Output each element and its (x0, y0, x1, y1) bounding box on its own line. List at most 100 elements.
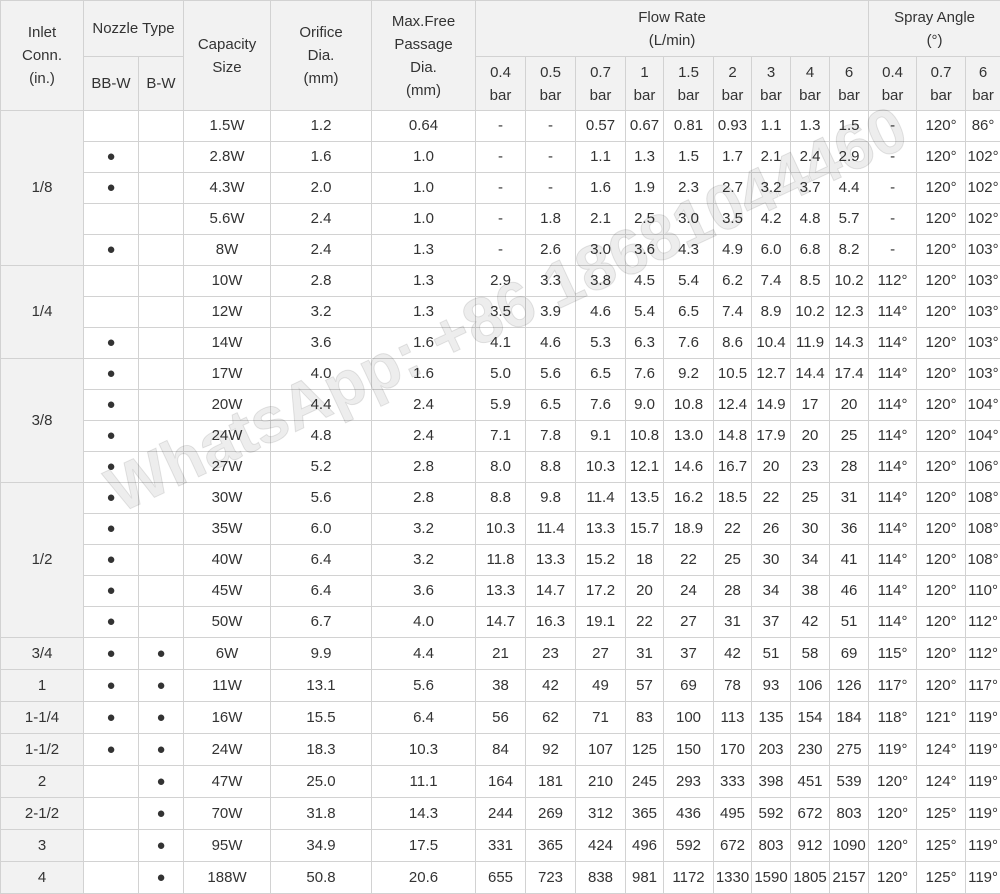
flow-rate-cell: 22 (714, 514, 752, 545)
inlet-header-line: (in.) (29, 70, 55, 87)
flow-rate-cell: 1.9 (626, 173, 664, 204)
flow-rate-cell: 5.4 (626, 297, 664, 328)
flow-rate-cell: 31 (626, 638, 664, 670)
spray-angle-cell: 120° (869, 830, 917, 862)
inlet-size-cell: 1/2 (1, 483, 84, 638)
flow-rate-cell: 4.2 (752, 204, 791, 235)
flow-rate-cell: 10.8 (664, 390, 714, 421)
flow-rate-cell: 275 (830, 734, 869, 766)
inlet-size-cell: 2-1/2 (1, 798, 84, 830)
spray-angle-cell: 120° (917, 545, 966, 576)
flow-rate-cell: 4.6 (576, 297, 626, 328)
flow-rate-cell: 92 (526, 734, 576, 766)
flow-rate-cell: 672 (791, 798, 830, 830)
spray-angle-cell: 121° (917, 702, 966, 734)
spray-angle-cell: 102° (966, 142, 1000, 173)
flow-rate-cell: 2.9 (830, 142, 869, 173)
passage-header-line: (mm) (406, 82, 441, 99)
capacity-cell: 11W (184, 670, 271, 702)
orifice-cell: 18.3 (271, 734, 372, 766)
spray-angle-cell: - (869, 173, 917, 204)
capacity-cell: 4.3W (184, 173, 271, 204)
flow-rate-cell: 0.67 (626, 111, 664, 142)
bbw-mark-cell: ● (84, 514, 139, 545)
flow-rate-cell: 10.4 (752, 328, 791, 359)
flow-rate-cell: 41 (830, 545, 869, 576)
orifice-cell: 3.2 (271, 297, 372, 328)
table-row: ●2.8W1.61.0--1.11.31.51.72.12.42.9-120°1… (1, 142, 1000, 173)
bw-header: B-W (139, 57, 184, 111)
flow-rate-cell: 83 (626, 702, 664, 734)
bw-mark-cell: ● (139, 670, 184, 702)
flow-rate-cell: 1330 (714, 862, 752, 894)
flow-rate-cell: 2.1 (576, 204, 626, 235)
bbw-mark-cell: ● (84, 638, 139, 670)
spray-angle-cell: 120° (917, 297, 966, 328)
flow-rate-cell: 58 (791, 638, 830, 670)
spray-angle-cell: 120° (917, 111, 966, 142)
spray-angle-cell: 114° (869, 545, 917, 576)
flow-rate-cell: 331 (476, 830, 526, 862)
passage-cell: 1.6 (372, 328, 476, 359)
spray-angle-cell: 106° (966, 452, 1000, 483)
flow-rate-cell: 333 (714, 766, 752, 798)
flow-rate-cell: 17 (791, 390, 830, 421)
flow-rate-cell: 184 (830, 702, 869, 734)
spray-angle-cell: 112° (966, 607, 1000, 638)
flow-rate-cell: 3.2 (752, 173, 791, 204)
table-row: 12W3.21.33.53.94.65.46.57.48.910.212.311… (1, 297, 1000, 328)
flow-rate-cell: 24 (664, 576, 714, 607)
pressure-value: 0.7 (590, 64, 611, 81)
spray-pressure-header: 0.4bar (869, 57, 917, 111)
capacity-cell: 14W (184, 328, 271, 359)
orifice-cell: 5.2 (271, 452, 372, 483)
flow-rate-cell: 7.6 (664, 328, 714, 359)
flow-rate-cell: 12.4 (714, 390, 752, 421)
spray-angle-cell: 103° (966, 359, 1000, 390)
flow-rate-cell: 56 (476, 702, 526, 734)
flow-rate-cell: 23 (526, 638, 576, 670)
flow-rate-cell: 14.4 (791, 359, 830, 390)
passage-cell: 20.6 (372, 862, 476, 894)
capacity-cell: 24W (184, 421, 271, 452)
spray-angle-cell: 119° (966, 766, 1000, 798)
bbw-mark-cell: ● (84, 235, 139, 266)
orifice-cell: 2.4 (271, 204, 372, 235)
table-row: ●24W4.82.47.17.89.110.813.014.817.920251… (1, 421, 1000, 452)
capacity-header-line: Size (212, 59, 241, 76)
flow-rate-cell: 6.5 (526, 390, 576, 421)
table-row: 1●●11W13.15.638424957697893106126117°120… (1, 670, 1000, 702)
flow-rate-cell: 4.8 (791, 204, 830, 235)
flow-rate-cell: 9.1 (576, 421, 626, 452)
spray-angle-cell: 124° (917, 734, 966, 766)
orifice-header: Orifice Dia. (mm) (271, 1, 372, 111)
bw-mark-cell: ● (139, 830, 184, 862)
spray-angle-cell: 108° (966, 514, 1000, 545)
bbw-mark-cell: ● (84, 452, 139, 483)
spray-angle-cell: 112° (869, 266, 917, 297)
flow-rate-cell: - (526, 111, 576, 142)
flow-rate-cell: 655 (476, 862, 526, 894)
spray-angle-cell: 114° (869, 483, 917, 514)
flow-rate-cell: 1172 (664, 862, 714, 894)
flow-rate-cell: - (526, 142, 576, 173)
spray-angle-cell: 125° (917, 830, 966, 862)
flow-rate-cell: 3.8 (576, 266, 626, 297)
flow-rate-cell: 312 (576, 798, 626, 830)
spray-angle-cell: 120° (869, 766, 917, 798)
flow-rate-cell: 23 (791, 452, 830, 483)
table-row: 5.6W2.41.0-1.82.12.53.03.54.24.85.7-120°… (1, 204, 1000, 235)
capacity-cell: 45W (184, 576, 271, 607)
flow-rate-cell: 49 (576, 670, 626, 702)
pressure-value: 1 (640, 64, 648, 81)
spray-angle-cell: 114° (869, 514, 917, 545)
flow-rate-cell: 398 (752, 766, 791, 798)
flow-rate-cell: - (476, 111, 526, 142)
bw-mark-cell (139, 514, 184, 545)
flow-rate-cell: 25 (791, 483, 830, 514)
flow-rate-header: Flow Rate (L/min) (476, 1, 869, 57)
bbw-mark-cell: ● (84, 670, 139, 702)
flow-rate-cell: 36 (830, 514, 869, 545)
bw-mark-cell: ● (139, 734, 184, 766)
orifice-header-line: Dia. (308, 47, 335, 64)
